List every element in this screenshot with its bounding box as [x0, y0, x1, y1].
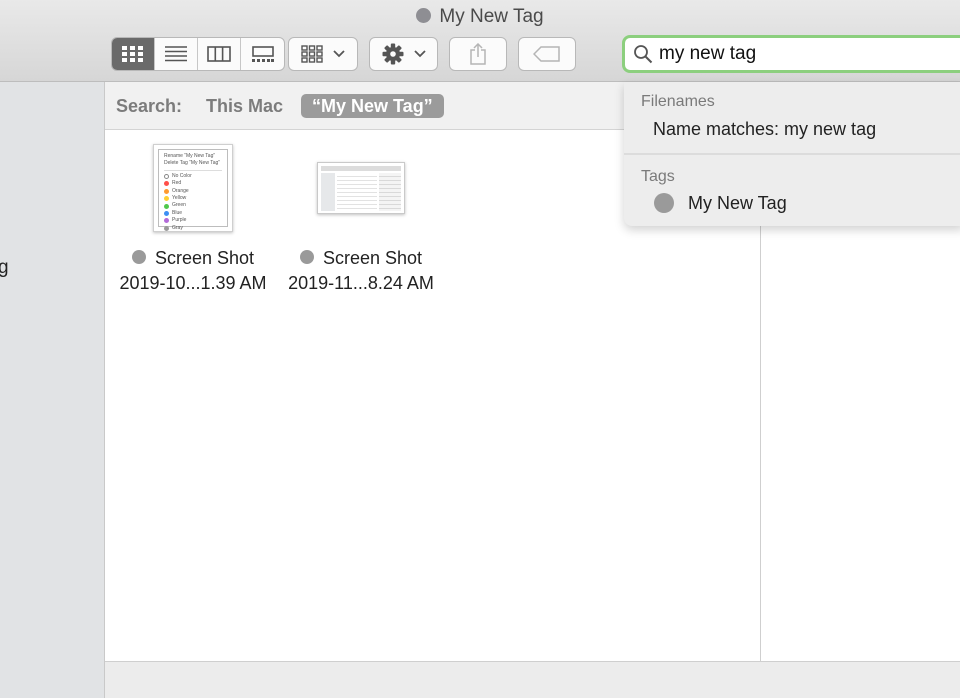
- thumb-color-label: Red: [172, 180, 182, 187]
- thumb-color-row: No Color: [164, 173, 222, 180]
- title-tag-dot: [416, 8, 432, 23]
- view-mode-control: [111, 37, 285, 71]
- color-dot: [164, 174, 169, 180]
- column-view-button[interactable]: [198, 38, 241, 70]
- chevron-down-icon: [413, 50, 426, 58]
- color-dot: [164, 188, 169, 194]
- thumb-sidebar: [321, 173, 335, 211]
- search-field[interactable]: [622, 35, 960, 73]
- thumb-panel: [379, 173, 401, 211]
- file-thumbnail-wrap: [276, 142, 446, 234]
- status-bar: [105, 661, 960, 698]
- tags-header: Tags: [641, 168, 675, 185]
- gear-icon: [382, 43, 403, 65]
- color-dot: [164, 218, 169, 224]
- color-dot: [164, 211, 169, 217]
- file-thumbnail: [317, 162, 405, 214]
- file-item[interactable]: Screen Shot 2019-11...8.24 AM: [276, 142, 446, 294]
- group-by-button[interactable]: [288, 37, 358, 71]
- file-name-text: Screen Shot: [322, 248, 423, 268]
- file-tag-dot: [131, 250, 146, 264]
- thumb-color-label: Blue: [172, 209, 183, 216]
- file-name: Screen Shot: [108, 248, 278, 269]
- chevron-down-icon: [333, 50, 345, 58]
- color-dot: [164, 225, 169, 231]
- window-title: My New Tag: [0, 6, 960, 28]
- scope-this-mac[interactable]: This Mac: [206, 96, 283, 117]
- list-icon: [165, 46, 187, 62]
- file-item[interactable]: Rename “My New Tag” Delete Tag “My New T…: [108, 142, 278, 294]
- color-dot: [164, 181, 169, 187]
- gallery-view-button[interactable]: [241, 38, 284, 70]
- thumb-line: Rename “My New Tag”: [164, 153, 216, 159]
- file-thumbnail-wrap: Rename “My New Tag” Delete Tag “My New T…: [108, 142, 278, 234]
- thumb-main: [337, 173, 377, 211]
- thumbnail-content: Rename “My New Tag” Delete Tag “My New T…: [158, 149, 228, 231]
- scope-label: Search:: [116, 96, 183, 116]
- window-title-text: My New Tag: [439, 6, 544, 27]
- thumb-titlebar: [321, 166, 401, 171]
- file-name-text: Screen Shot: [154, 248, 255, 268]
- toolbar: My New Tag: [0, 0, 960, 82]
- sidebar: g: [0, 82, 105, 698]
- thumb-color-label: Green: [172, 202, 186, 209]
- thumb-body: [321, 173, 401, 211]
- tag-color-dot: [654, 193, 674, 213]
- color-dot: [164, 203, 169, 209]
- thumb-color-label: Gray: [172, 224, 183, 231]
- scope-selected-tag[interactable]: “My New Tag”: [301, 94, 444, 118]
- thumb-color-label: Purple: [172, 217, 187, 224]
- share-button[interactable]: [449, 37, 507, 71]
- search-icon: [634, 45, 653, 64]
- group-by-icon: [301, 45, 323, 63]
- search-suggestions: Filenames Name matches: my new tag Tags …: [624, 82, 960, 226]
- thumb-color-row: Purple: [164, 217, 222, 224]
- share-icon: [470, 43, 486, 65]
- tag-button[interactable]: [518, 37, 576, 71]
- gallery-icon: [251, 46, 274, 62]
- thumb-color-row: Green: [164, 202, 222, 209]
- thumb-color-row: Blue: [164, 210, 222, 217]
- file-name: Screen Shot: [276, 248, 446, 269]
- filenames-header: Filenames: [641, 93, 715, 110]
- thumb-divider: [164, 169, 222, 171]
- search-input[interactable]: [659, 43, 939, 65]
- suggestion-divider: [624, 153, 960, 155]
- thumb-color-row: Gray: [164, 225, 222, 232]
- sidebar-item-label[interactable]: g: [0, 257, 9, 279]
- thumb-color-label: Orange: [172, 187, 189, 194]
- thumb-color-label: Yellow: [172, 195, 187, 202]
- grid-icon: [122, 46, 143, 62]
- icon-view-button[interactable]: [112, 38, 155, 70]
- tag-icon: [533, 46, 560, 62]
- file-date: 2019-10...1.39 AM: [119, 273, 267, 293]
- thumb-line: Delete Tag “My New Tag”: [164, 160, 220, 167]
- list-view-button[interactable]: [155, 38, 198, 70]
- suggestion-name-match[interactable]: Name matches: my new tag: [653, 119, 876, 140]
- file-thumbnail: Rename “My New Tag” Delete Tag “My New T…: [153, 144, 233, 232]
- thumb-color-row: Yellow: [164, 195, 222, 202]
- file-tag-dot: [299, 250, 314, 264]
- thumb-color-label: No Color: [172, 172, 192, 179]
- suggestion-tag[interactable]: My New Tag: [688, 193, 787, 214]
- thumb-color-row: Orange: [164, 188, 222, 195]
- thumb-color-row: Red: [164, 180, 222, 187]
- file-date: 2019-11...8.24 AM: [288, 273, 434, 293]
- action-button[interactable]: [369, 37, 438, 71]
- color-dot: [164, 196, 169, 202]
- columns-icon: [207, 46, 231, 62]
